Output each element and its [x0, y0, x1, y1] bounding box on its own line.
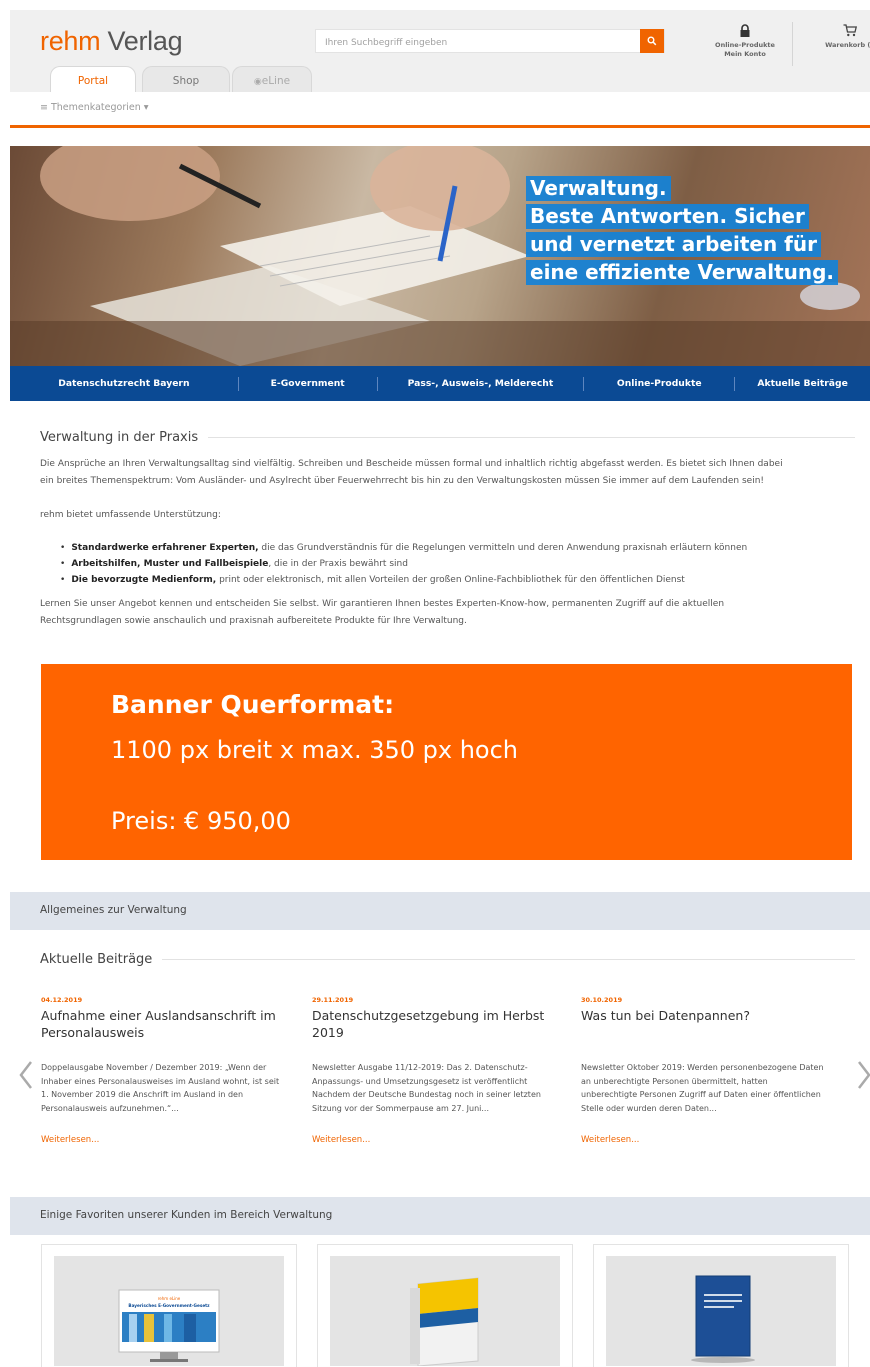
hero-line-4: eine effiziente Verwaltung.	[526, 260, 839, 285]
read-more-link[interactable]: Weiterlesen...	[312, 1135, 557, 1145]
site-header: rehm Verlag Online-Produkte Mein Konto W…	[10, 10, 870, 128]
ad-banner[interactable]: Banner Querformat: 1100 px breit x max. …	[41, 664, 852, 860]
article-excerpt: Newsletter Ausgabe 11/12-2019: Das 2. Da…	[312, 1063, 541, 1113]
cart-label: Warenkorb (0	[825, 41, 870, 49]
nav-e-government[interactable]: E-Government	[239, 366, 377, 401]
intro-heading: Verwaltung in der Praxis	[40, 430, 855, 445]
product-brand: rehm eLine	[158, 1296, 181, 1301]
search-box	[315, 29, 665, 54]
heading-rule	[208, 437, 855, 438]
article-date: 30.10.2019	[581, 996, 623, 1004]
product-card[interactable]	[317, 1244, 573, 1367]
logo[interactable]: rehm Verlag	[40, 26, 183, 56]
intro-bullets: Standardwerke erfahrener Experten, die d…	[60, 540, 747, 588]
hero-line-1: Verwaltung.	[526, 176, 671, 201]
bullet-bold: Arbeitshilfen, Muster und Fallbeispiele	[71, 559, 269, 569]
tab-portal[interactable]: Portal	[50, 66, 136, 92]
article-excerpt: Newsletter Oktober 2019: Werden personen…	[581, 1063, 824, 1113]
product-image: rehm eLine Bayerisches E-Government-Gese…	[54, 1256, 284, 1366]
tab-eline[interactable]: ◉eLine	[232, 66, 312, 92]
topic-nav: Datenschutzrecht Bayern E-Government Pas…	[10, 366, 870, 401]
list-item: Standardwerke erfahrener Experten, die d…	[60, 540, 747, 556]
product-card[interactable]	[593, 1244, 849, 1367]
search-input[interactable]	[316, 32, 636, 54]
read-more-link[interactable]: Weiterlesen...	[581, 1135, 826, 1145]
intro-paragraph-2: rehm bietet umfassende Unterstützung:	[40, 510, 221, 520]
bullet-text: print oder elektronisch, mit allen Vorte…	[216, 575, 685, 585]
nav-datenschutzrecht[interactable]: Datenschutzrecht Bayern	[10, 366, 238, 401]
article-card: 29.11.2019 Datenschutzgesetzgebung im He…	[312, 996, 557, 1145]
header-divider	[792, 22, 793, 66]
account-label-line2: Mein Konto	[724, 50, 766, 58]
cart-link[interactable]: Warenkorb (0	[810, 24, 870, 50]
articles-title: Aktuelle Beiträge	[40, 952, 153, 967]
logo-rehm: rehm	[40, 26, 101, 56]
monitor-product-image: rehm eLine Bayerisches E-Government-Gese…	[118, 1289, 220, 1362]
book-product-image	[410, 1277, 479, 1367]
article-title[interactable]: Was tun bei Datenpannen?	[581, 1007, 826, 1041]
bullet-text: die das Grundverständnis für die Regelun…	[258, 543, 748, 553]
intro-p1-line2: ein breites Themenspektrum: Vom Auslände…	[40, 475, 765, 486]
bullet-bold: Standardwerke erfahrener Experten,	[71, 543, 259, 553]
lock-icon	[740, 24, 750, 37]
subnav: ≡ Themenkategorien ▾	[10, 92, 870, 125]
article-card: 04.12.2019 Aufnahme einer Auslandsanschr…	[41, 996, 286, 1145]
intro-paragraph-3: Lernen Sie unser Angebot kennen und ents…	[40, 596, 870, 629]
product-image	[606, 1256, 836, 1366]
section-bar-label: Allgemeines zur Verwaltung	[40, 904, 187, 916]
product-title: Bayerisches E-Government-Gesetz	[128, 1303, 210, 1308]
section-bar-label: Einige Favoriten unserer Kunden im Berei…	[40, 1209, 333, 1221]
account-label-line1: Online-Produkte	[715, 41, 775, 49]
article-excerpt: Doppelausgabe November / Dezember 2019: …	[41, 1063, 280, 1113]
product-card[interactable]: rehm eLine Bayerisches E-Government-Gese…	[41, 1244, 297, 1367]
nav-online-produkte[interactable]: Online-Produkte	[584, 366, 734, 401]
intro-paragraph-1: Die Ansprüche an Ihren Verwaltungsalltag…	[40, 456, 870, 489]
nav-pass-ausweis[interactable]: Pass-, Ausweis-, Melderecht	[378, 366, 584, 401]
intro-p1-line1: Die Ansprüche an Ihren Verwaltungsalltag…	[40, 459, 783, 469]
articles-heading: Aktuelle Beiträge	[40, 952, 855, 967]
themenkategorien-menu[interactable]: ≡ Themenkategorien ▾	[40, 102, 149, 113]
nav-aktuelle-beitraege[interactable]: Aktuelle Beiträge	[735, 366, 870, 401]
carousel-next-icon[interactable]	[856, 1060, 870, 1090]
article-title[interactable]: Datenschutzgesetzgebung im Herbst 2019	[312, 1007, 557, 1041]
eline-icon: ◉	[253, 77, 262, 87]
article-date: 04.12.2019	[41, 996, 83, 1004]
product-image	[330, 1256, 560, 1367]
hero-banner: Verwaltung. Beste Antworten. Sicher und …	[10, 146, 870, 366]
tab-eline-label: eLine	[261, 75, 291, 87]
hero-headline: Verwaltung. Beste Antworten. Sicher und …	[526, 176, 839, 288]
carousel-prev-icon[interactable]	[18, 1060, 34, 1090]
article-card: 30.10.2019 Was tun bei Datenpannen? News…	[581, 996, 826, 1145]
heading-rule	[162, 959, 855, 960]
hero-line-3: und vernetzt arbeiten für	[526, 232, 821, 257]
intro-p3-line2: Rechtsgrundlagen sowie anschaulich und p…	[40, 615, 467, 626]
banner-price: Preis: € 950,00	[111, 807, 291, 835]
intro-p3-line1: Lernen Sie unser Angebot kennen und ents…	[40, 599, 725, 609]
article-title[interactable]: Aufnahme einer Auslandsanschrift im Pers…	[41, 1007, 286, 1041]
banner-title: Banner Querformat:	[111, 690, 395, 719]
section-bar-general[interactable]: Allgemeines zur Verwaltung	[10, 892, 870, 930]
logo-verlag: Verlag	[107, 26, 183, 56]
search-button[interactable]	[640, 29, 664, 53]
bullet-bold: Die bevorzugte Medienform,	[71, 575, 217, 585]
banner-size: 1100 px breit x max. 350 px hoch	[111, 736, 519, 764]
cart-icon	[843, 24, 857, 37]
list-item: Arbeitshilfen, Muster und Fallbeispiele,…	[60, 556, 747, 572]
read-more-link[interactable]: Weiterlesen...	[41, 1135, 286, 1145]
list-item: Die bevorzugte Medienform, print oder el…	[60, 572, 747, 588]
section-bar-favorites[interactable]: Einige Favoriten unserer Kunden im Berei…	[10, 1197, 870, 1235]
tab-shop[interactable]: Shop	[142, 66, 230, 92]
search-icon	[647, 36, 657, 46]
book-product-image	[691, 1275, 755, 1363]
article-date: 29.11.2019	[312, 996, 354, 1004]
intro-title: Verwaltung in der Praxis	[40, 430, 199, 445]
account-link[interactable]: Online-Produkte Mein Konto	[700, 24, 790, 59]
hero-line-2: Beste Antworten. Sicher	[526, 204, 809, 229]
bullet-text: , die in der Praxis bewährt sind	[268, 559, 408, 569]
